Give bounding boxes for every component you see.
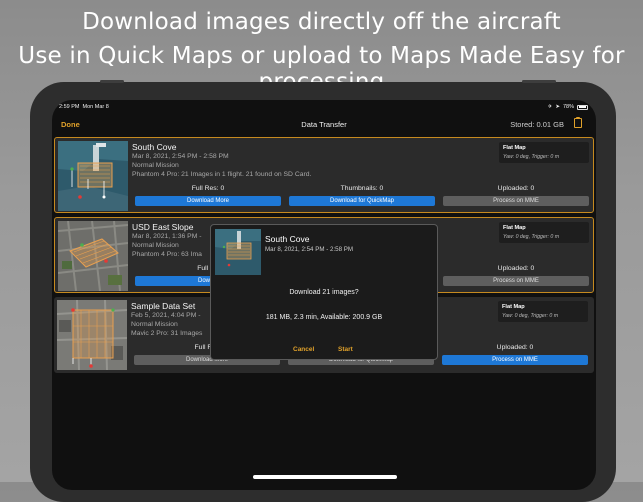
dialog-map-thumbnail [215, 229, 261, 275]
map-type-box[interactable]: Flat Map Yaw: 0 deg, Trigger: 0 m [499, 222, 589, 243]
download-quickmap-button[interactable]: Download for QuickMap [289, 196, 435, 206]
mission-details: Phantom 4 Pro: 63 Ima [132, 251, 202, 258]
mission-details: Phantom 4 Pro: 21 Images in 1 flight. 21… [132, 171, 312, 178]
mission-date: Feb 5, 2021, 4:04 PM - [131, 312, 201, 319]
mission-name: USD East Slope [132, 222, 194, 232]
navigation-bar: Done Data Transfer Stored: 0.01 GB [52, 114, 596, 136]
download-more-button[interactable]: Download More [135, 196, 281, 206]
status-date: Mon Mar 8 [82, 104, 109, 110]
headline-line-1: Download images directly off the aircraf… [82, 9, 561, 35]
battery-icon [577, 104, 588, 110]
location-icon: ➤ [555, 104, 560, 110]
battery-level [578, 106, 586, 108]
mission-date: Mar 8, 2021, 2:54 PM - 2:58 PM [132, 153, 229, 160]
map-type-label: Flat Map [503, 225, 526, 231]
device-button [522, 80, 556, 83]
start-button[interactable]: Start [338, 346, 353, 353]
map-thumbnail [57, 300, 127, 370]
thumbnails-count: Thumbnails: 0 [340, 185, 384, 192]
dialog-info: 181 MB, 2.3 min, Available: 200.9 GB [265, 314, 383, 321]
map-thumbnail-image [58, 221, 128, 291]
mission-type: Normal Mission [132, 242, 179, 249]
process-mme-button[interactable]: Process on MME [443, 276, 589, 286]
process-mme-button[interactable]: Process on MME [443, 196, 589, 206]
home-indicator [253, 475, 397, 479]
storage-label: Stored: 0.01 GB [510, 120, 564, 129]
process-mme-button[interactable]: Process on MME [442, 355, 588, 365]
uploaded-count: Uploaded: 0 [497, 265, 535, 272]
dialog-title: South Cove [265, 234, 310, 244]
full-res-count: Full Res: 0 [191, 185, 225, 192]
cancel-button[interactable]: Cancel [293, 346, 314, 353]
dialog-map-image [215, 229, 261, 275]
uploaded-count: Uploaded: 0 [497, 185, 535, 192]
mission-type: Normal Mission [131, 321, 178, 328]
map-settings: Yaw: 0 deg, Trigger: 0 m [502, 313, 559, 319]
map-thumbnail [58, 221, 128, 291]
status-time: 2:59 PM [59, 104, 80, 110]
map-settings: Yaw: 0 deg, Trigger: 0 m [503, 154, 560, 160]
mission-card[interactable]: South Cove Mar 8, 2021, 2:54 PM - 2:58 P… [54, 137, 594, 213]
mission-name: South Cove [132, 142, 177, 152]
device-button [100, 80, 124, 83]
mission-type: Normal Mission [132, 162, 179, 169]
status-bar: 2:59 PM Mon Mar 8 ✈ ➤ 78% [52, 100, 596, 114]
uploaded-count: Uploaded: 0 [496, 344, 534, 351]
battery-percent: 78% [562, 104, 574, 110]
map-type-label: Flat Map [503, 145, 526, 151]
mission-date: Mar 8, 2021, 1:36 PM - [132, 233, 202, 240]
map-thumbnail-image [58, 141, 128, 211]
map-type-box[interactable]: Flat Map Yaw: 0 deg, Trigger: 0 m [499, 142, 589, 163]
airplane-icon: ✈ [547, 104, 553, 110]
map-thumbnail [58, 141, 128, 211]
mission-details: Mavic 2 Pro: 31 Images [131, 330, 203, 337]
map-type-box[interactable]: Flat Map Yaw: 0 deg, Trigger: 0 m [498, 301, 588, 322]
dialog-date: Mar 8, 2021, 2:54 PM - 2:58 PM [265, 246, 354, 253]
map-thumbnail-image [57, 300, 127, 370]
download-dialog: South Cove Mar 8, 2021, 2:54 PM - 2:58 P… [210, 224, 438, 360]
clipboard-icon[interactable] [574, 117, 582, 128]
map-type-label: Flat Map [502, 304, 525, 310]
app-screen: 2:59 PM Mon Mar 8 ✈ ➤ 78% Done Data Tran… [52, 100, 596, 490]
dialog-question: Download 21 images? [289, 289, 359, 296]
mission-name: Sample Data Set [131, 301, 196, 311]
map-settings: Yaw: 0 deg, Trigger: 0 m [503, 234, 560, 240]
